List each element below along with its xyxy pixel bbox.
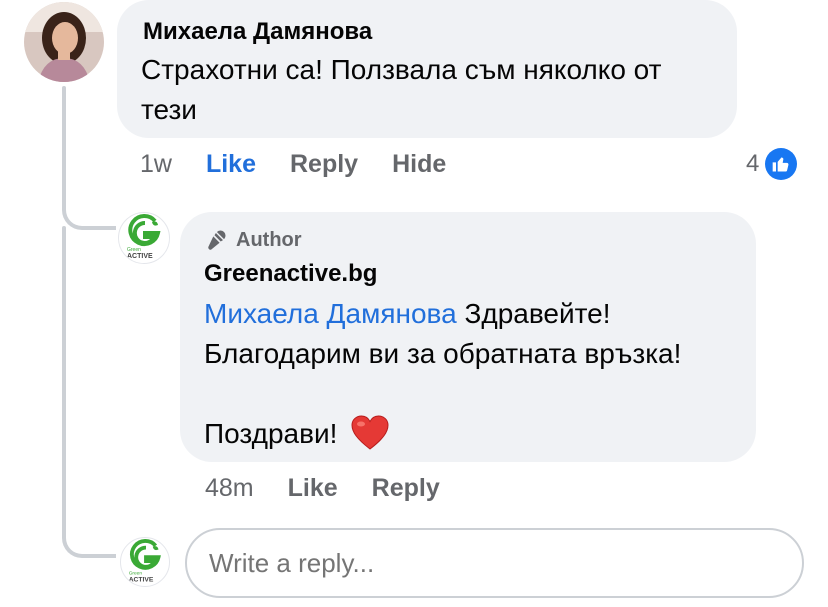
reply-author-name[interactable]: Greenactive.bg [204,260,377,288]
reply-bubble: Author Greenactive.bg Михаела Дамянова З… [180,212,756,462]
author-badge: Author [204,228,302,252]
thread-connector-elbow [62,524,116,558]
microphone-icon [208,230,226,250]
thread-connector-line [62,226,66,526]
reply-line: Поздрави! [204,418,338,449]
brand-avatar[interactable]: Green ACTIVE [118,212,170,264]
like-button[interactable]: Like [206,150,256,179]
reply-timestamp[interactable]: 48m [205,474,254,503]
user-photo [24,2,104,82]
thumbs-up-icon [765,148,798,180]
reaction-count: 4 [746,150,760,177]
reaction-summary[interactable]: 4 [746,148,798,180]
greenactive-logo-icon: Green ACTIVE [129,539,161,583]
svg-text:ACTIVE: ACTIVE [129,576,154,583]
comment-bubble: Михаела Дамянова Страхотни са! Ползвала … [117,0,737,138]
like-button[interactable]: Like [288,474,338,503]
reply-actions: 48m Like Reply [205,474,474,503]
reply-button[interactable]: Reply [372,474,440,503]
reply-input[interactable] [185,528,804,598]
comment-author-name[interactable]: Михаела Дамянова [143,18,372,46]
comment-actions: 1w Like Reply Hide [140,150,480,179]
comment-text: Страхотни са! Ползвала съм няколко от те… [141,54,662,125]
thread-connector-elbow [62,196,116,230]
avatar[interactable] [24,2,104,82]
mention-link[interactable]: Михаела Дамянова [204,298,457,329]
reply-line: Благодарим ви за обратната връзка! [204,338,682,369]
hide-button[interactable]: Hide [392,150,446,179]
thread-connector-line [62,86,66,206]
reply-line: Здравейте! [456,298,611,329]
greenactive-logo-icon: Green ACTIVE [127,214,161,260]
author-badge-label: Author [236,228,302,251]
svg-text:ACTIVE: ACTIVE [127,253,153,260]
comment-timestamp[interactable]: 1w [140,150,172,179]
reply-text: Михаела Дамянова Здравейте! Благодарим в… [204,294,744,454]
reply-button[interactable]: Reply [290,150,358,179]
current-user-avatar[interactable]: Green ACTIVE [120,537,170,587]
red-heart-icon [351,415,389,450]
